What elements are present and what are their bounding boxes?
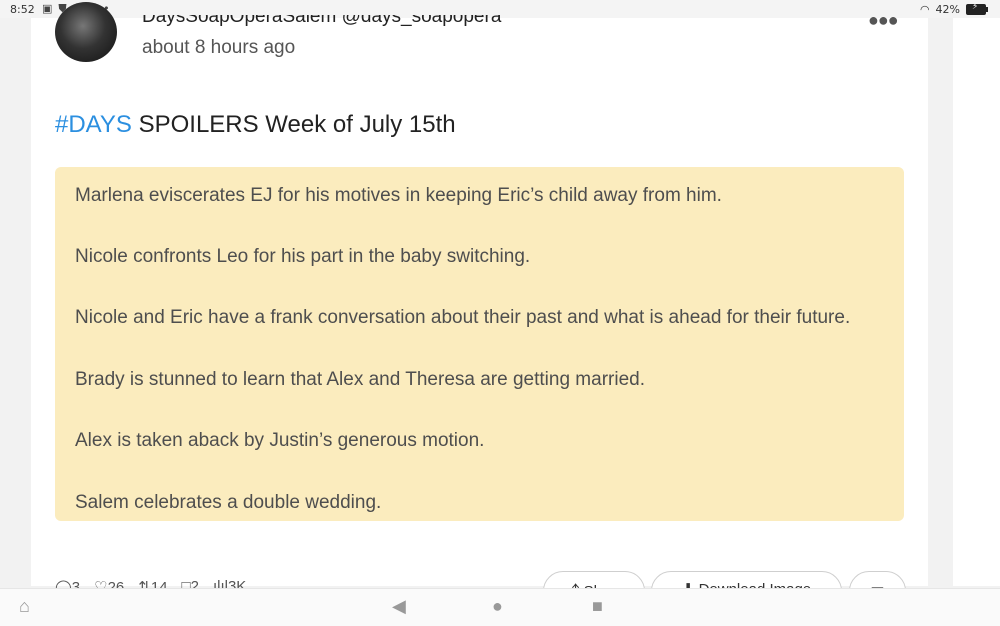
heart-icon: ♡ <box>94 579 108 588</box>
spoiler-line: Salem celebrates a double wedding. <box>75 492 382 513</box>
comment-icon: ◯ <box>55 579 72 588</box>
spoiler-line: Brady is stunned to learn that Alex and … <box>75 369 645 390</box>
repost-button[interactable]: ⇅14 <box>138 578 167 588</box>
action-bar: ◯3 ♡26 ⇅14 □2 ılıl3K <box>55 578 246 588</box>
right-column <box>953 18 1000 586</box>
recents-icon[interactable]: ■ <box>592 596 603 617</box>
wifi-icon: ◠ <box>919 3 930 16</box>
battery-icon: ⚡ <box>966 2 988 15</box>
spoiler-line: Marlena eviscerates EJ for his motives i… <box>75 185 722 206</box>
comment-button[interactable]: ◯3 <box>55 578 80 588</box>
image-icon: ▣ <box>42 2 53 15</box>
more-icon[interactable]: ●●● <box>868 10 899 31</box>
avatar[interactable] <box>55 2 117 62</box>
home-circle-icon[interactable]: ● <box>492 596 503 617</box>
repost-icon: ⇅ <box>138 579 151 588</box>
battery-text: 42% <box>935 3 960 16</box>
back-icon[interactable]: ◀ <box>392 596 406 617</box>
spoiler-box <box>55 167 904 521</box>
post-time[interactable]: about 8 hours ago <box>142 37 295 59</box>
quote-button[interactable]: □2 <box>182 578 199 588</box>
status-time: 8:52 <box>10 3 35 16</box>
hashtag-link[interactable]: #DAYS <box>55 111 132 138</box>
views-button[interactable]: ılıl3K <box>213 578 246 588</box>
quote-icon: □ <box>181 578 191 588</box>
post-title: #DAYS SPOILERS Week of July 15th <box>55 111 456 139</box>
spoiler-line: Nicole confronts Leo for his part in the… <box>75 246 531 267</box>
like-button[interactable]: ♡26 <box>94 578 124 588</box>
title-text: SPOILERS Week of July 15th <box>131 111 456 138</box>
spoiler-line: Alex is taken aback by Justin’s generous… <box>75 430 485 451</box>
spoiler-line: Nicole and Eric have a frank conversatio… <box>75 307 851 328</box>
views-icon: ılıl <box>212 578 228 588</box>
home-icon[interactable]: ⌂ <box>19 596 30 617</box>
